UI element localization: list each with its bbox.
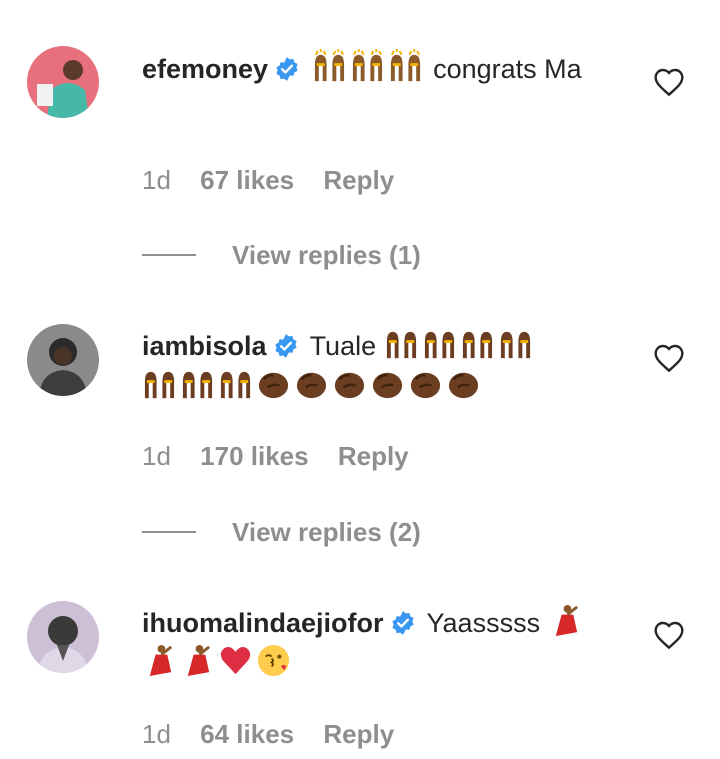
verified-badge-icon bbox=[273, 333, 299, 359]
verified-badge-icon bbox=[390, 610, 416, 636]
divider bbox=[142, 254, 196, 256]
clapping-hands-icon bbox=[256, 366, 291, 401]
dancer-icon bbox=[180, 643, 215, 678]
verified-badge-icon bbox=[274, 56, 300, 82]
avatar[interactable] bbox=[27, 601, 99, 673]
comment-body: efemoney congrats Ma bbox=[142, 49, 617, 89]
avatar[interactable] bbox=[27, 46, 99, 118]
raising-hands-icon bbox=[312, 49, 347, 84]
comment-text: Tuale bbox=[309, 331, 377, 361]
like-heart-icon[interactable] bbox=[653, 620, 685, 650]
comment-body: ihuomalindaejiofor Yaasssss bbox=[142, 603, 617, 683]
comment-text: Yaasssss bbox=[426, 608, 541, 638]
view-replies-button[interactable]: View replies (2) bbox=[142, 517, 421, 548]
clapping-hands-icon bbox=[408, 366, 443, 401]
clapping-hands-icon bbox=[332, 366, 367, 401]
dancer-icon bbox=[548, 603, 583, 638]
likes-count[interactable]: 67 likes bbox=[200, 165, 294, 195]
raising-hands-icon bbox=[142, 366, 177, 401]
comment-body: iambisola Tuale bbox=[142, 326, 617, 406]
raising-hands-icon bbox=[498, 326, 533, 361]
timestamp: 1d bbox=[142, 719, 171, 749]
username[interactable]: iambisola bbox=[142, 331, 267, 361]
red-heart-icon bbox=[218, 643, 253, 678]
likes-count[interactable]: 64 likes bbox=[200, 719, 294, 749]
raising-hands-icon bbox=[422, 326, 457, 361]
raising-hands-icon bbox=[350, 49, 385, 84]
raising-hands-icon bbox=[388, 49, 423, 84]
likes-count[interactable]: 170 likes bbox=[200, 441, 308, 471]
timestamp: 1d bbox=[142, 441, 171, 471]
clapping-hands-icon bbox=[446, 366, 481, 401]
raising-hands-icon bbox=[218, 366, 253, 401]
comment-text: congrats Ma bbox=[433, 54, 582, 84]
view-replies-button[interactable]: View replies (1) bbox=[142, 240, 421, 271]
comment-meta: 1d 64 likes Reply bbox=[142, 719, 416, 750]
reply-button[interactable]: Reply bbox=[338, 441, 409, 471]
comment-meta: 1d 67 likes Reply bbox=[142, 165, 416, 196]
view-replies-label: View replies (2) bbox=[232, 517, 421, 547]
timestamp: 1d bbox=[142, 165, 171, 195]
face-blowing-kiss-icon bbox=[256, 643, 291, 678]
username[interactable]: ihuomalindaejiofor bbox=[142, 608, 384, 638]
raising-hands-icon bbox=[460, 326, 495, 361]
clapping-hands-icon bbox=[370, 366, 405, 401]
reply-button[interactable]: Reply bbox=[323, 165, 394, 195]
dancer-icon bbox=[142, 643, 177, 678]
username[interactable]: efemoney bbox=[142, 54, 268, 84]
like-heart-icon[interactable] bbox=[653, 343, 685, 373]
divider bbox=[142, 531, 196, 533]
clapping-hands-icon bbox=[294, 366, 329, 401]
reply-button[interactable]: Reply bbox=[323, 719, 394, 749]
raising-hands-icon bbox=[180, 366, 215, 401]
raising-hands-icon bbox=[384, 326, 419, 361]
view-replies-label: View replies (1) bbox=[232, 240, 421, 270]
like-heart-icon[interactable] bbox=[653, 67, 685, 97]
comment-meta: 1d 170 likes Reply bbox=[142, 441, 431, 472]
avatar[interactable] bbox=[27, 324, 99, 396]
